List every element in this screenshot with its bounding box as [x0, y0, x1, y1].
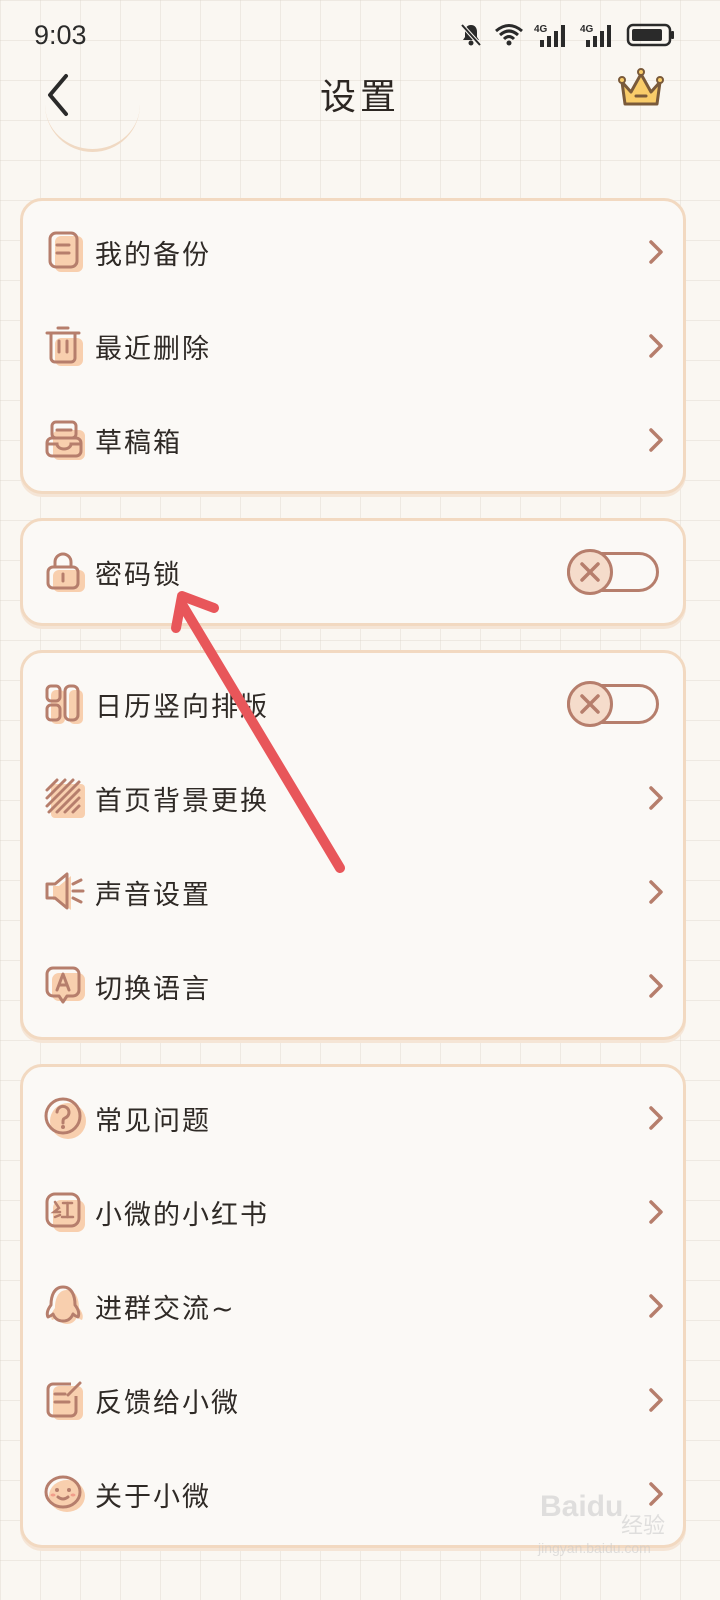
row-label: 反馈给小微	[95, 1387, 240, 1419]
row-label: 常见问题	[95, 1105, 211, 1137]
speaker-icon	[43, 870, 87, 914]
smile-face-icon	[43, 1472, 87, 1516]
chevron-right-icon	[649, 334, 663, 358]
settings-group-data: 我的备份 最近删除 草稿箱	[20, 198, 686, 494]
trash-icon	[43, 324, 87, 368]
signal-icon-1: 4G	[534, 24, 565, 47]
chevron-right-icon	[649, 880, 663, 904]
inbox-icon	[43, 418, 87, 462]
chevron-right-icon	[649, 1200, 663, 1224]
chevron-right-icon	[649, 1482, 663, 1506]
crown-icon	[618, 68, 664, 106]
stripes-icon	[43, 776, 87, 820]
row-label: 我的备份	[95, 239, 211, 271]
row-label: 声音设置	[95, 879, 211, 911]
chevron-right-icon	[649, 240, 663, 264]
signal-icon-2: 4G	[580, 24, 611, 47]
row-label: 关于小微	[95, 1481, 211, 1513]
row-switch-language[interactable]: 切换语言	[23, 939, 683, 1033]
chevron-right-icon	[649, 1294, 663, 1318]
red-badge-icon	[43, 1190, 87, 1234]
row-password-lock: 密码锁	[23, 525, 683, 619]
status-time: 9:03	[34, 20, 87, 50]
chevron-right-icon	[649, 428, 663, 452]
status-icons: 4G 4G	[458, 22, 676, 48]
row-label: 小微的小红书	[95, 1199, 269, 1231]
language-icon	[43, 964, 87, 1008]
settings-group-support: 常见问题 小微的小红书 进群交流~ 反馈给小微 关于小微	[20, 1064, 686, 1548]
chevron-right-icon	[649, 786, 663, 810]
edit-note-icon	[43, 1378, 87, 1422]
row-drafts[interactable]: 草稿箱	[23, 393, 683, 487]
row-label: 进群交流~	[95, 1293, 236, 1325]
svg-text:4G: 4G	[534, 24, 548, 35]
password-lock-toggle[interactable]	[567, 549, 659, 595]
calendar-vertical-toggle[interactable]	[567, 681, 659, 727]
battery-icon	[626, 23, 674, 47]
decorative-arc	[45, 90, 140, 152]
settings-group-lock: 密码锁	[20, 518, 686, 626]
toggle-knob	[567, 681, 613, 727]
row-label: 日历竖向排版	[95, 691, 269, 723]
penguin-icon	[43, 1284, 87, 1328]
chevron-right-icon	[649, 974, 663, 998]
close-icon	[580, 562, 600, 582]
settings-group-display: 日历竖向排版 首页背景更换 声音设置 切换语言	[20, 650, 686, 1040]
watermark-brand: Baidu	[540, 1490, 624, 1523]
svg-text:4G: 4G	[580, 24, 594, 35]
row-home-background[interactable]: 首页背景更换	[23, 751, 683, 845]
row-sound-settings[interactable]: 声音设置	[23, 845, 683, 939]
question-icon	[43, 1096, 87, 1140]
row-join-group[interactable]: 进群交流~	[23, 1259, 683, 1353]
row-faq[interactable]: 常见问题	[23, 1071, 683, 1165]
chevron-right-icon	[649, 1388, 663, 1412]
row-label: 密码锁	[95, 559, 182, 591]
row-calendar-vertical: 日历竖向排版	[23, 657, 683, 751]
row-label: 切换语言	[95, 973, 211, 1005]
row-label: 最近删除	[95, 333, 211, 365]
watermark-url: jingyan.baidu.com	[538, 1540, 651, 1556]
toggle-knob	[567, 549, 613, 595]
vip-button[interactable]	[616, 64, 666, 114]
row-label: 草稿箱	[95, 427, 182, 459]
close-icon	[580, 694, 600, 714]
row-label: 首页背景更换	[95, 785, 269, 817]
row-feedback[interactable]: 反馈给小微	[23, 1353, 683, 1447]
row-my-backup[interactable]: 我的备份	[23, 205, 683, 299]
vertical-layout-icon	[43, 682, 87, 726]
watermark-brand-cn: 经验	[621, 1514, 666, 1539]
row-xiaohongshu[interactable]: 小微的小红书	[23, 1165, 683, 1259]
wifi-icon	[495, 24, 523, 46]
padlock-icon	[43, 550, 87, 594]
mute-bell-icon	[460, 23, 482, 47]
row-recently-deleted[interactable]: 最近删除	[23, 299, 683, 393]
chevron-right-icon	[649, 1106, 663, 1130]
note-icon	[43, 230, 87, 274]
